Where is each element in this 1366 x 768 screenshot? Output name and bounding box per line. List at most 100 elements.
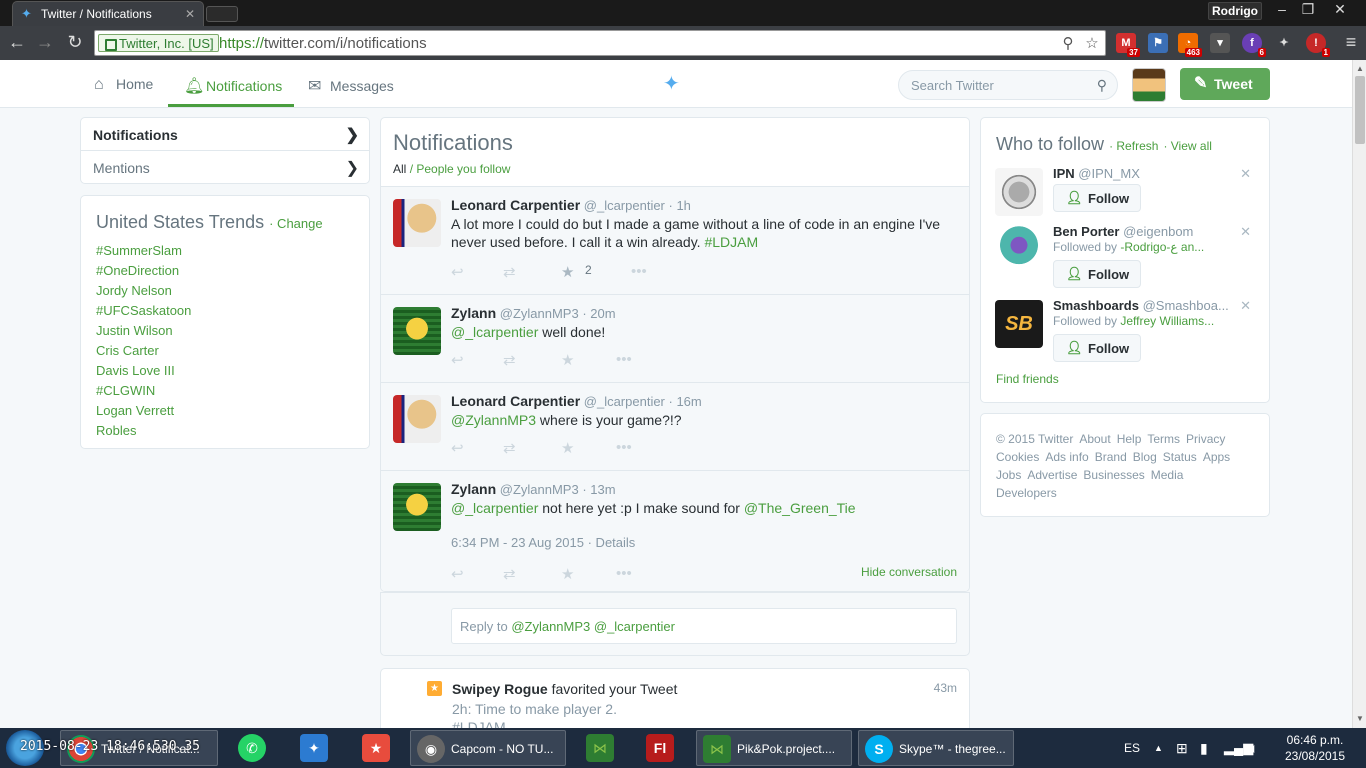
tweet-time[interactable]: · 20m	[582, 306, 615, 321]
footer-link[interactable]: Businesses	[1083, 468, 1144, 482]
page-scrollbar[interactable]: ▲ ▼	[1352, 60, 1366, 728]
mention-link[interactable]: @The_Green_Tie	[744, 500, 856, 516]
signal-icon[interactable]: ▂▄▆	[1224, 728, 1253, 768]
twitter-extension-icon[interactable]: ✦	[1274, 33, 1294, 53]
avatar[interactable]	[393, 483, 441, 531]
more-icon[interactable]: •••	[616, 439, 632, 456]
secure-badge[interactable]: Twitter, Inc. [US]	[98, 34, 219, 52]
taskbar-app-media[interactable]: ◉ Capcom - NO TU...	[410, 730, 566, 766]
tweet-author[interactable]: Zylann	[451, 481, 496, 497]
favorite-notification[interactable]: ★ Swipey Rogue favorited your Tweet 43m …	[380, 668, 970, 728]
avatar[interactable]	[393, 395, 441, 443]
forward-icon[interactable]: →	[34, 32, 56, 54]
trend-item[interactable]: Cris Carter	[96, 341, 354, 361]
footer-link[interactable]: About	[1079, 432, 1110, 446]
pocket-extension-icon[interactable]: ▾	[1210, 33, 1230, 53]
trend-item[interactable]: Justin Wilson	[96, 321, 354, 341]
nav-messages[interactable]: ✉ Messages	[308, 60, 394, 107]
tweet[interactable]: Leonard Carpentier @_lcarpentier · 1h A …	[381, 186, 969, 294]
chrome-menu-icon[interactable]: ≡	[1340, 32, 1362, 54]
avatar[interactable]	[995, 226, 1043, 274]
tweet-button[interactable]: ✎ Tweet	[1180, 68, 1270, 100]
follow-button[interactable]: 👤︎ Follow	[1053, 184, 1141, 212]
power-icon[interactable]: ▮	[1200, 728, 1208, 768]
trend-item[interactable]: #CLGWIN	[96, 381, 354, 401]
retweet-icon[interactable]: ⇄	[503, 565, 516, 583]
hide-conversation-link[interactable]: Hide conversation	[861, 565, 957, 579]
trend-item[interactable]: Robles	[96, 421, 354, 441]
profile-badge[interactable]: Rodrigo	[1208, 2, 1262, 20]
trends-change-link[interactable]: · Change	[269, 216, 322, 231]
reply-icon[interactable]: ↩	[451, 439, 464, 457]
tweet-handle[interactable]: @ZylannMP3	[500, 482, 579, 497]
tab-close-icon[interactable]: ✕	[185, 7, 195, 21]
user-avatar[interactable]	[1132, 68, 1166, 102]
tweet-author[interactable]: Leonard Carpentier	[451, 393, 580, 409]
favorite-icon[interactable]: ★	[561, 439, 574, 457]
tweet-time[interactable]: · 1h	[669, 198, 691, 213]
footer-link[interactable]: Status	[1163, 450, 1197, 464]
windows-flag-icon[interactable]: ⊞	[1176, 728, 1188, 768]
back-icon[interactable]: ←	[6, 32, 28, 54]
hashtag-link[interactable]: #LDJAM	[704, 234, 758, 250]
nav-notifications[interactable]: 🔔︎ Notifications	[168, 60, 294, 107]
footer-link[interactable]: Brand	[1095, 450, 1127, 464]
purple-extension-icon[interactable]: f6	[1242, 33, 1266, 57]
find-friends-link[interactable]: Find friends	[996, 372, 1059, 386]
footer-link[interactable]: Cookies	[996, 450, 1039, 464]
more-icon[interactable]: •••	[616, 565, 632, 582]
refresh-link[interactable]: · Refresh	[1109, 139, 1158, 153]
system-clock[interactable]: 06:46 p.m. 23/08/2015	[1280, 732, 1350, 764]
side-nav-mentions[interactable]: Mentions ❯	[81, 151, 369, 184]
tweet-handle[interactable]: @ZylannMP3	[500, 306, 579, 321]
tweet-author[interactable]: Leonard Carpentier	[451, 197, 580, 213]
favorite-icon[interactable]: ★	[561, 263, 574, 281]
trend-item[interactable]: #UFCSaskatoon	[96, 301, 354, 321]
favorite-icon[interactable]: ★	[561, 351, 574, 369]
suggestion-name[interactable]: Ben Porter @eigenbom	[1053, 224, 1233, 239]
avatar[interactable]	[995, 168, 1043, 216]
favoriter-name[interactable]: Swipey Rogue	[452, 681, 548, 697]
trend-item[interactable]: Logan Verrett	[96, 401, 354, 421]
bookmark-extension-icon[interactable]: ⚑	[1148, 33, 1168, 53]
smashboards-logo-icon[interactable]: SB	[995, 300, 1043, 348]
favorited-hashtag[interactable]: #LDJAM	[452, 719, 506, 728]
language-indicator[interactable]: ES	[1124, 728, 1140, 768]
more-icon[interactable]: •••	[631, 263, 647, 280]
taskbar-app-skype[interactable]: S Skype™ - thegree...	[858, 730, 1014, 766]
suggestion-name[interactable]: IPN @IPN_MX	[1053, 166, 1233, 181]
taskbar-app-gamemaker[interactable]: ⋈	[580, 730, 620, 766]
adblock-extension-icon[interactable]: ! 1	[1306, 33, 1330, 57]
follow-button[interactable]: 👤︎ Follow	[1053, 334, 1141, 362]
more-icon[interactable]: •••	[616, 351, 632, 368]
details-link[interactable]: · Details	[588, 535, 636, 550]
volume-icon[interactable]: 🔈︎	[1250, 728, 1258, 768]
footer-link[interactable]: Advertise	[1027, 468, 1077, 482]
filter-people-you-follow[interactable]: / People you follow	[410, 162, 511, 176]
footer-link[interactable]: Blog	[1133, 450, 1157, 464]
retweet-icon[interactable]: ⇄	[503, 351, 516, 369]
gmail-extension-icon[interactable]: M 37	[1116, 33, 1140, 57]
tweet-handle[interactable]: @_lcarpentier	[584, 198, 665, 213]
dismiss-icon[interactable]: ✕	[1240, 166, 1251, 182]
trend-item[interactable]: #OneDirection	[96, 261, 354, 281]
search-input[interactable]: Search Twitter ⚲	[898, 70, 1118, 100]
browser-tab[interactable]: ✦ Twitter / Notifications ✕	[12, 1, 204, 26]
footer-link[interactable]: © 2015 Twitter	[996, 432, 1073, 446]
favorite-time[interactable]: 43m	[934, 681, 957, 695]
tweet-handle[interactable]: @_lcarpentier	[584, 394, 665, 409]
reply-icon[interactable]: ↩	[451, 263, 464, 281]
twitter-logo-icon[interactable]: ✦	[663, 74, 687, 94]
footer-link[interactable]: Terms	[1147, 432, 1180, 446]
scroll-up-icon[interactable]: ▲	[1356, 64, 1364, 73]
mention-link[interactable]: @_lcarpentier	[451, 500, 538, 516]
suggestion-name[interactable]: Smashboards @Smashboa...	[1053, 298, 1233, 313]
taskbar-app-whatsapp[interactable]: ✆	[232, 730, 272, 766]
taskbar-app-gamemaker-project[interactable]: ⋈ Pik&Pok.project....	[696, 730, 852, 766]
mention-link[interactable]: @ZylannMP3	[451, 412, 536, 428]
tweet[interactable]: Zylann @ZylannMP3 · 20m @_lcarpentier we…	[381, 294, 969, 382]
footer-link[interactable]: Jobs	[996, 468, 1021, 482]
restore-icon[interactable]: ❐	[1294, 0, 1322, 20]
taskbar-app-flash[interactable]: Fl	[640, 730, 680, 766]
nav-home[interactable]: ⌂ Home	[94, 60, 153, 107]
